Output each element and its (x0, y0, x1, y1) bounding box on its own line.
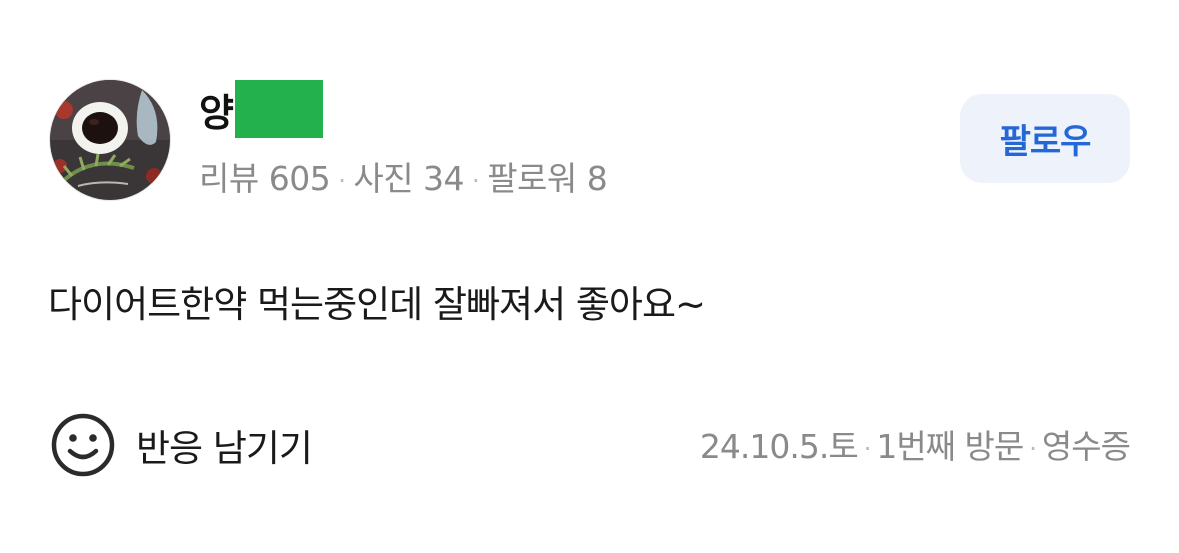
visit-separator: · (1029, 434, 1037, 463)
visit-date: 24.10.5.토 (699, 427, 859, 466)
leave-reaction-label: 반응 남기기 (136, 427, 313, 470)
visit-info: 24.10.5.토 · 1번째 방문 · 영수증 (699, 420, 1131, 468)
user-avatar[interactable] (50, 80, 170, 200)
follow-button[interactable]: 팔로우 (960, 94, 1130, 183)
visit-separator: · (863, 434, 872, 463)
user-stats: 리뷰 605 · 사진 34 · 팔로워 8 (199, 152, 608, 200)
review-body: 다이어트한약 먹는중인데 잘빠져서 좋아요~ (48, 283, 706, 326)
username[interactable]: 양 (199, 82, 234, 137)
leave-reaction-button[interactable]: 반응 남기기 (50, 412, 313, 478)
name-redaction (234, 80, 323, 138)
username-row[interactable]: 양 (199, 80, 323, 138)
coffee-cup-avatar-image (50, 80, 170, 200)
smiley-icon (51, 413, 115, 477)
visit-count: 1번째 방문 (876, 427, 1024, 466)
receipt-verification: 영수증 (1041, 427, 1131, 466)
review-count: 리뷰 605 (199, 159, 331, 198)
stats-separator: · (472, 166, 480, 195)
photo-count: 사진 34 (353, 159, 465, 198)
follower-count: 팔로워 8 (487, 159, 608, 198)
stats-separator: · (338, 166, 346, 195)
